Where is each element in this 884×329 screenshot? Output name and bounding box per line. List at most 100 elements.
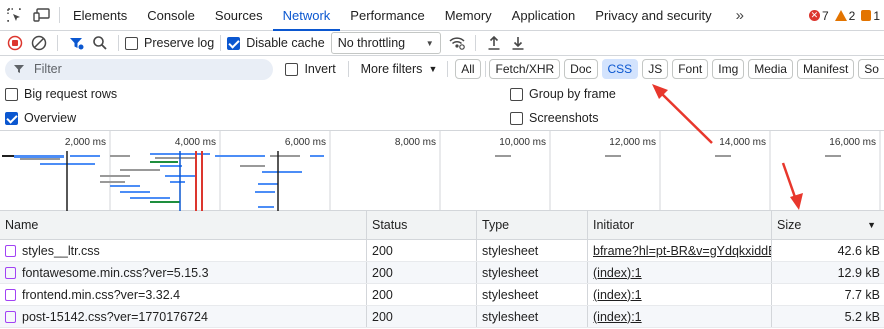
name-cell: frontend.min.css?ver=3.32.4 xyxy=(0,284,367,305)
name-cell: styles__ltr.css xyxy=(0,240,367,261)
group-by-frame-checkbox[interactable]: Group by frame xyxy=(510,87,616,101)
table-row[interactable]: styles__ltr.css 200 stylesheet bframe?hl… xyxy=(0,240,884,262)
invert-box[interactable] xyxy=(285,62,299,76)
stylesheet-file-icon xyxy=(5,266,16,279)
more-tabs-chevron-icon[interactable]: » xyxy=(722,0,756,30)
stylesheet-file-icon xyxy=(5,288,16,301)
clear-icon[interactable] xyxy=(27,31,51,55)
network-overview-timeline[interactable]: 2,000 ms 4,000 ms 6,000 ms 8,000 ms 10,0… xyxy=(0,130,884,211)
tab-console[interactable]: Console xyxy=(137,0,205,30)
dropdown-arrow-icon: ▼ xyxy=(425,38,434,48)
timeline-tick-label: 16,000 ms xyxy=(829,137,876,148)
type-filter-font[interactable]: Font xyxy=(672,59,709,79)
name-cell: fontawesome.min.css?ver=5.15.3 xyxy=(0,262,367,283)
type-cell: stylesheet xyxy=(477,240,588,261)
tab-elements[interactable]: Elements xyxy=(63,0,137,30)
type-cell: stylesheet xyxy=(477,262,588,283)
stylesheet-file-icon xyxy=(5,244,16,257)
initiator-link[interactable]: (index):1 xyxy=(593,266,642,280)
initiator-link[interactable]: (index):1 xyxy=(593,310,642,324)
tab-sources[interactable]: Sources xyxy=(205,0,273,30)
type-cell: stylesheet xyxy=(477,306,588,327)
filter-funnel-icon[interactable] xyxy=(64,31,88,55)
column-header-name[interactable]: Name xyxy=(0,211,367,239)
export-har-icon[interactable] xyxy=(506,31,530,55)
column-header-size[interactable]: Size ▼ xyxy=(772,211,884,239)
invert-checkbox[interactable]: Invert xyxy=(285,62,336,76)
type-filter-socket[interactable]: So xyxy=(858,59,884,79)
size-cell: 42.6 kB xyxy=(837,243,880,258)
type-filter-media[interactable]: Media xyxy=(748,59,793,79)
size-cell: 5.2 kB xyxy=(844,309,880,324)
tab-application[interactable]: Application xyxy=(502,0,586,30)
table-header: Name Status Type Initiator Size ▼ xyxy=(0,211,884,240)
disable-cache-box[interactable] xyxy=(227,36,241,50)
tab-performance[interactable]: Performance xyxy=(340,0,434,30)
group-by-frame-box[interactable] xyxy=(510,87,523,101)
record-stop-icon[interactable] xyxy=(3,31,27,55)
screenshots-box[interactable] xyxy=(510,111,523,125)
search-icon[interactable] xyxy=(88,31,112,55)
type-filter-img[interactable]: Img xyxy=(712,59,745,79)
name-cell: post-15142.css?ver=1770176724 xyxy=(0,306,367,327)
devtools-tabbar: Elements Console Sources Network Perform… xyxy=(0,0,884,31)
type-filter-css[interactable]: CSS xyxy=(601,59,639,79)
inspect-element-icon[interactable] xyxy=(0,0,28,30)
column-header-status[interactable]: Status xyxy=(367,211,477,239)
settings-row-1: Big request rows Group by frame xyxy=(0,83,884,105)
preserve-log-checkbox[interactable]: Preserve log xyxy=(125,36,214,50)
warning-count[interactable]: 2 xyxy=(834,9,855,23)
overview-box[interactable] xyxy=(5,111,18,125)
filter-input[interactable]: Filter xyxy=(5,58,274,80)
type-filter-js[interactable]: JS xyxy=(642,59,669,79)
initiator-cell: (index):1 xyxy=(588,306,772,327)
status-cell: 200 xyxy=(367,284,477,305)
table-row[interactable]: fontawesome.min.css?ver=5.15.3 200 style… xyxy=(0,262,884,284)
status-cell: 200 xyxy=(367,240,477,261)
table-row[interactable]: frontend.min.css?ver=3.32.4 200 styleshe… xyxy=(0,284,884,306)
warning-icon xyxy=(834,10,847,21)
tab-memory[interactable]: Memory xyxy=(435,0,502,30)
requests-table: Name Status Type Initiator Size ▼ styles… xyxy=(0,211,884,329)
type-filter-all[interactable]: All xyxy=(455,59,481,79)
throttling-select[interactable]: No throttling ▼ xyxy=(330,32,441,54)
size-cell: 12.9 kB xyxy=(837,265,880,280)
type-filter-manifest[interactable]: Manifest xyxy=(796,59,855,79)
tab-privacy-security[interactable]: Privacy and security xyxy=(585,0,721,30)
status-cell: 200 xyxy=(367,306,477,327)
preserve-log-box[interactable] xyxy=(125,36,138,50)
overview-checkbox[interactable]: Overview xyxy=(5,111,76,125)
tab-network[interactable]: Network xyxy=(272,0,341,31)
filter-bar: Filter Invert More filters ▼ All Fetch/X… xyxy=(0,56,884,82)
big-request-rows-box[interactable] xyxy=(5,87,18,101)
issue-counters[interactable]: ✕ 7 2 1 xyxy=(808,0,880,31)
dropdown-arrow-icon: ▼ xyxy=(428,64,438,74)
initiator-link[interactable]: bframe?hl=pt-BR&v=gYdqkxiddE5 xyxy=(593,244,771,258)
error-icon: ✕ xyxy=(808,10,820,21)
column-header-initiator[interactable]: Initiator xyxy=(588,211,772,239)
initiator-link[interactable]: (index):1 xyxy=(593,288,642,302)
timeline-tick-label: 10,000 ms xyxy=(499,137,546,148)
settings-row-2: Overview Screenshots xyxy=(0,107,884,129)
type-filter-fetch-xhr[interactable]: Fetch/XHR xyxy=(489,59,561,79)
column-header-type[interactable]: Type xyxy=(477,211,588,239)
sort-descending-icon: ▼ xyxy=(867,220,876,230)
table-row[interactable]: post-15142.css?ver=1770176724 200 styles… xyxy=(0,306,884,328)
import-har-icon[interactable] xyxy=(482,31,506,55)
network-conditions-icon[interactable] xyxy=(445,31,469,55)
timeline-tick-label: 8,000 ms xyxy=(395,137,436,148)
info-count[interactable]: 1 xyxy=(861,9,880,23)
initiator-cell: (index):1 xyxy=(588,262,772,283)
disable-cache-checkbox[interactable]: Disable cache xyxy=(227,36,325,50)
timeline-tick-label: 2,000 ms xyxy=(65,137,106,148)
more-filters-dropdown[interactable]: More filters ▼ xyxy=(361,62,438,76)
timeline-tick-label: 14,000 ms xyxy=(719,137,766,148)
device-toolbar-icon[interactable] xyxy=(28,0,56,30)
type-filter-doc[interactable]: Doc xyxy=(564,59,598,79)
big-request-rows-checkbox[interactable]: Big request rows xyxy=(5,87,117,101)
error-count[interactable]: ✕ 7 xyxy=(808,9,829,23)
stylesheet-file-icon xyxy=(5,310,16,323)
info-icon xyxy=(861,10,872,21)
status-cell: 200 xyxy=(367,262,477,283)
screenshots-checkbox[interactable]: Screenshots xyxy=(510,111,598,125)
